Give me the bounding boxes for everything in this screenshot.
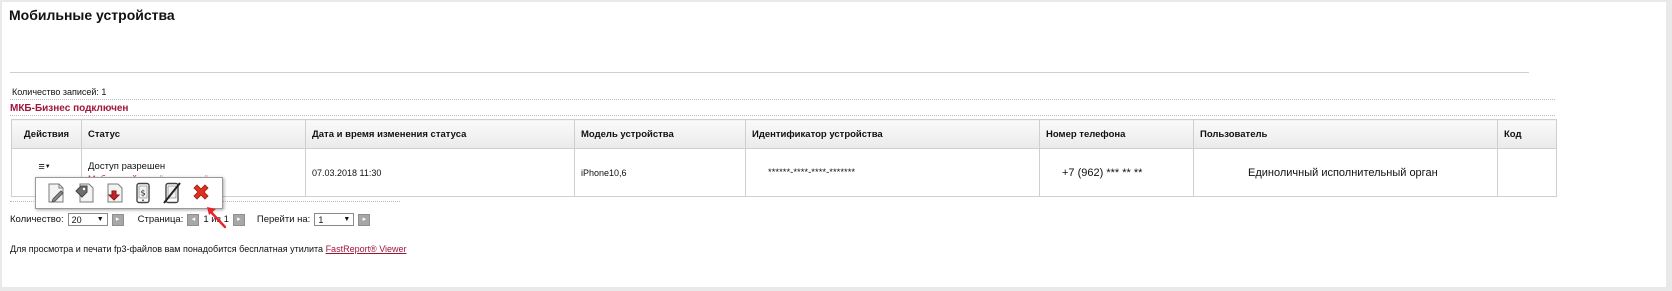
- table-header-row: Действия Статус Дата и время изменения с…: [11, 119, 1557, 149]
- device-id-cell: ******-****-****-*******: [745, 148, 1040, 197]
- mobile-payment-button[interactable]: $: [132, 182, 154, 204]
- column-header-changed-at[interactable]: Дата и время изменения статуса: [305, 119, 575, 149]
- column-header-code[interactable]: Код: [1497, 119, 1557, 149]
- divider: [10, 99, 1555, 100]
- user-cell: Единоличный исполнительный орган: [1193, 148, 1498, 197]
- devices-table: Действия Статус Дата и время изменения с…: [11, 119, 1557, 197]
- phone-cell: +7 (962) *** ** **: [1039, 148, 1194, 197]
- column-header-actions[interactable]: Действия: [11, 119, 82, 149]
- table-row[interactable]: ≡▼ Доступ разрешен Мобильный платёж запр…: [11, 148, 1557, 197]
- apply-page-size-button[interactable]: ▸: [111, 213, 124, 226]
- changed-at-cell: 07.03.2018 11:30: [305, 148, 575, 197]
- svg-text:$: $: [140, 189, 145, 198]
- tag-button[interactable]: [74, 182, 96, 204]
- actions-menu-button[interactable]: ≡▼: [38, 161, 50, 173]
- page-label: Страница:: [137, 214, 184, 225]
- footer-note-text: Для просмотра и печати fp3-файлов вам по…: [10, 244, 326, 254]
- prev-page-button[interactable]: ◂: [187, 213, 200, 226]
- fastreport-viewer-link[interactable]: FastReport® Viewer: [326, 244, 407, 254]
- mobile-payment-icon: $: [136, 182, 150, 204]
- page-size-select[interactable]: 20 ▼: [67, 213, 108, 226]
- section-title: МКБ-Бизнес подключен: [10, 103, 129, 114]
- pager: Количество: 20 ▼ ▸ Страница: ◂ 1 из 1 ▸ П…: [10, 213, 371, 226]
- pointer-arrow-icon: [207, 207, 227, 229]
- chevron-down-icon: ▼: [343, 216, 351, 223]
- code-cell: [1497, 148, 1557, 197]
- goto-label: Перейти на:: [256, 214, 311, 225]
- count-label: Количество:: [10, 214, 64, 225]
- delete-button[interactable]: [190, 182, 212, 204]
- column-header-device-model[interactable]: Модель устройства: [574, 119, 746, 149]
- next-page-button[interactable]: ▸: [232, 213, 245, 226]
- column-header-status[interactable]: Статус: [81, 119, 306, 149]
- column-header-phone[interactable]: Номер телефона: [1039, 119, 1194, 149]
- page-size-value: 20: [71, 214, 82, 225]
- delete-icon: [193, 184, 209, 200]
- divider: [10, 72, 1529, 73]
- chevron-down-icon: ▼: [96, 216, 104, 223]
- column-header-user[interactable]: Пользователь: [1193, 119, 1498, 149]
- status-primary: Доступ разрешен: [88, 161, 166, 172]
- page-title: Мобильные устройства: [9, 7, 175, 23]
- footer-note: Для просмотра и печати fp3-файлов вам по…: [10, 244, 407, 254]
- block-mobile-icon: [163, 182, 181, 204]
- records-count: Количество записей: 1: [12, 87, 107, 97]
- edit-document-icon: [48, 183, 64, 203]
- goto-page-value: 1: [318, 214, 324, 225]
- block-device-button[interactable]: [161, 182, 183, 204]
- export-document-icon: [107, 183, 123, 203]
- column-header-device-id[interactable]: Идентификатор устройства: [745, 119, 1040, 149]
- tag-icon: [75, 183, 94, 203]
- edit-button[interactable]: [45, 182, 67, 204]
- chevron-down-icon: ▼: [44, 163, 51, 170]
- goto-page-button[interactable]: ▸: [358, 213, 371, 226]
- device-model-cell: iPhone10,6: [574, 148, 746, 197]
- export-button[interactable]: [103, 182, 125, 204]
- goto-page-select[interactable]: 1 ▼: [314, 213, 355, 226]
- actions-popup-menu: $: [35, 177, 223, 209]
- divider: [10, 115, 1555, 116]
